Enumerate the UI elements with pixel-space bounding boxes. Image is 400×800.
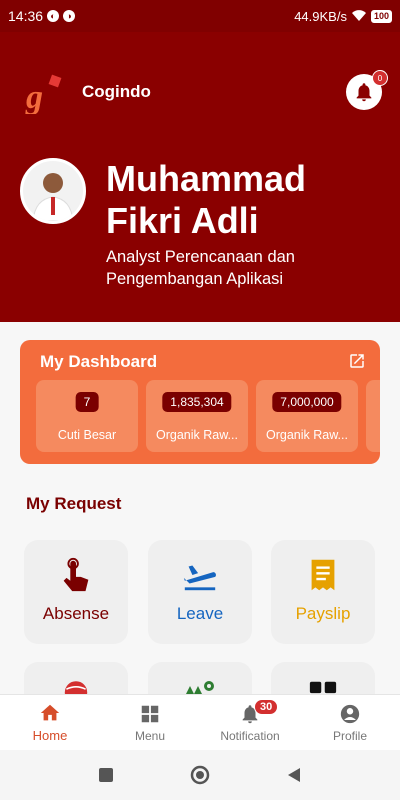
status-time: 14:36 — [8, 8, 44, 24]
app-notification-icon-2: ◑ — [63, 10, 76, 22]
request-tile-row2-2[interactable] — [148, 662, 252, 694]
nav-notification-label: Notification — [220, 728, 280, 743]
request-tile-row2-1[interactable] — [24, 662, 128, 694]
request-tile-row2-3[interactable] — [271, 662, 375, 694]
bottom-navigation: Home Menu 30 Notification Profile — [0, 694, 400, 750]
cogindo-logo: g — [25, 74, 62, 114]
nav-home-label: Home — [32, 728, 68, 743]
svg-text:g: g — [25, 79, 43, 114]
dashboard-card-label: Organik Raw... — [156, 428, 238, 442]
dashboard-card-organik-1[interactable]: 1,835,304 Organik Raw... — [146, 380, 248, 452]
dashboard-card-label: Organik Raw... — [266, 428, 348, 442]
plant-gear-icon — [186, 681, 214, 694]
avatar[interactable] — [20, 158, 86, 224]
status-bar: 14:36 ◐ ◑ 44.9KB/s 100 — [0, 0, 400, 32]
request-leave-label: Leave — [176, 604, 224, 623]
nav-menu[interactable]: Menu — [100, 695, 200, 750]
dashboard-card-organik-2[interactable]: 7,000,000 Organik Raw... — [256, 380, 358, 452]
request-leave-tile[interactable]: Leave — [148, 540, 252, 644]
wifi-icon — [351, 10, 366, 21]
ball-icon — [64, 681, 88, 694]
plane-icon — [183, 565, 216, 591]
my-request-title: My Request — [26, 494, 122, 513]
menu-grid-icon — [141, 705, 159, 722]
my-dashboard-panel: My Dashboard 7 Cuti Besar 1,835,304 Orga… — [20, 340, 380, 464]
request-payslip-label: Payslip — [295, 604, 351, 623]
notification-button[interactable]: 0 — [346, 70, 388, 110]
home-icon — [40, 704, 60, 721]
dashboard-card-value: 7 — [75, 392, 99, 412]
home-circle-icon[interactable] — [190, 765, 210, 785]
battery-icon: 100 — [370, 9, 392, 23]
app-notification-icon: ◐ — [47, 10, 60, 22]
avatar-photo — [23, 161, 83, 221]
receipt-icon — [311, 559, 335, 591]
dashboard-card-cuti-besar[interactable]: 7 Cuti Besar — [36, 380, 138, 452]
system-navigation-bar — [0, 750, 400, 800]
profile-header: g Cogindo 0 Muhammad Fikri Adli Analyst … — [0, 32, 400, 322]
notification-count-badge: 30 — [254, 699, 279, 715]
network-speed: 44.9KB/s — [294, 8, 347, 24]
nav-profile-label: Profile — [332, 728, 367, 743]
dashboard-card-value: 7,000,000 — [272, 392, 342, 412]
dashboard-card-partial[interactable] — [366, 380, 380, 452]
request-absense-label: Absense — [42, 604, 110, 623]
bell-icon — [356, 83, 372, 102]
brand-name: Cogindo — [82, 82, 151, 101]
user-name: Muhammad Fikri Adli — [106, 158, 307, 241]
nav-home[interactable]: Home — [0, 695, 100, 750]
open-external-icon[interactable] — [348, 352, 366, 370]
recent-apps-icon[interactable] — [98, 767, 114, 783]
person-icon — [340, 704, 360, 723]
touch-icon — [63, 557, 89, 592]
user-job-title: Analyst Perencanaan dan Pengembangan Apl… — [106, 248, 295, 288]
nav-profile[interactable]: Profile — [300, 695, 400, 750]
nav-menu-label: Menu — [134, 728, 166, 743]
request-absense-tile[interactable]: Absense — [24, 540, 128, 644]
request-payslip-tile[interactable]: Payslip — [271, 540, 375, 644]
notification-badge: 0 — [372, 70, 388, 86]
dashboard-card-value: 1,835,304 — [162, 392, 232, 412]
dashboard-title: My Dashboard — [40, 352, 158, 371]
grid-blocks-icon — [309, 681, 337, 694]
back-icon[interactable] — [286, 767, 302, 783]
nav-notification[interactable]: 30 Notification — [200, 695, 300, 750]
dashboard-card-label: Cuti Besar — [57, 428, 117, 442]
